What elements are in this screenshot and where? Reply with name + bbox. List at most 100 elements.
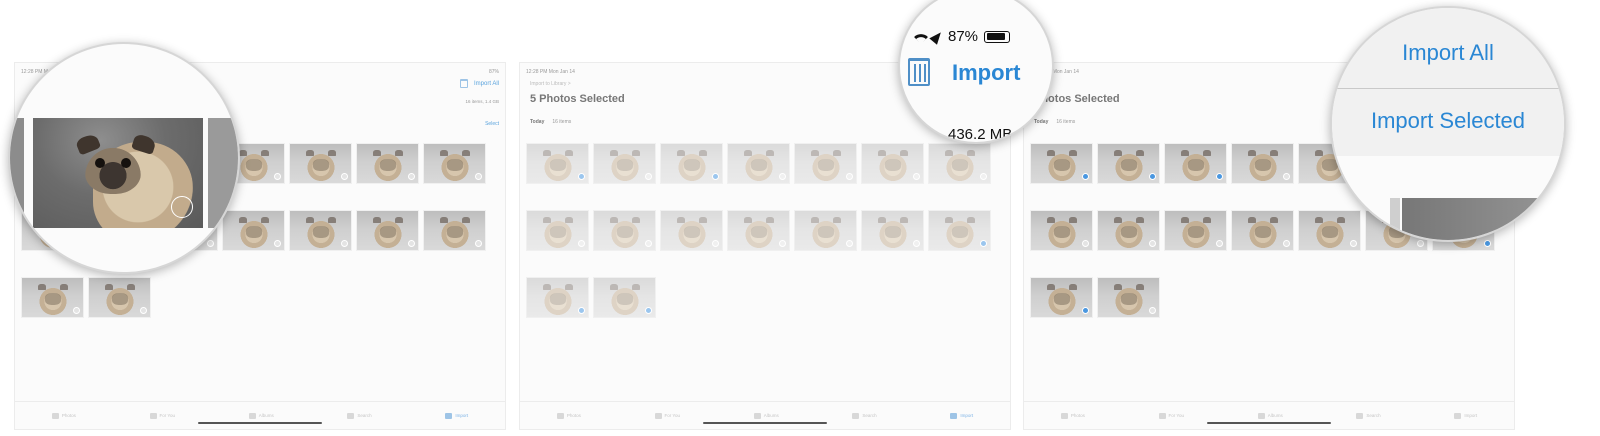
select-check-icon[interactable] — [578, 307, 585, 314]
select-check-icon[interactable] — [645, 173, 652, 180]
select-check-icon[interactable] — [712, 240, 719, 247]
photo-thumbnail[interactable] — [660, 143, 723, 184]
photo-thumbnail[interactable] — [593, 210, 656, 251]
photo-thumbnail[interactable] — [21, 277, 84, 318]
select-check-icon[interactable] — [779, 173, 786, 180]
select-check-icon[interactable] — [341, 240, 348, 247]
select-check-icon[interactable] — [1283, 240, 1290, 247]
photo-thumbnail[interactable] — [423, 143, 486, 184]
select-check-icon[interactable] — [140, 307, 147, 314]
photo-thumbnail[interactable] — [794, 143, 857, 184]
import-all-option[interactable]: Import All — [1332, 40, 1564, 66]
select-circle-icon[interactable] — [171, 196, 193, 218]
select-check-icon[interactable] — [1283, 173, 1290, 180]
select-check-icon[interactable] — [274, 173, 281, 180]
tab-photos[interactable]: Photos — [51, 412, 76, 419]
select-check-icon[interactable] — [1082, 307, 1089, 314]
select-check-icon[interactable] — [207, 240, 214, 247]
photos-icon — [1060, 412, 1068, 419]
tab-import[interactable]: Import — [445, 412, 468, 419]
select-check-icon[interactable] — [578, 240, 585, 247]
photo-thumbnail[interactable] — [1231, 143, 1294, 184]
select-check-icon[interactable] — [73, 307, 80, 314]
photo-thumbnail[interactable] — [1097, 143, 1160, 184]
photo-thumbnail[interactable] — [1030, 210, 1093, 251]
photo-thumbnail[interactable] — [1030, 143, 1093, 184]
photo-thumbnail[interactable] — [727, 143, 790, 184]
tab-import[interactable]: Import — [1454, 412, 1477, 419]
select-check-icon[interactable] — [1149, 240, 1156, 247]
photo-thumbnail[interactable] — [356, 143, 419, 184]
pug-photo[interactable] — [33, 118, 203, 228]
photo-thumbnail[interactable] — [593, 277, 656, 318]
trash-icon[interactable] — [459, 79, 468, 88]
select-check-icon[interactable] — [475, 173, 482, 180]
photo-thumbnail[interactable] — [289, 210, 352, 251]
select-button[interactable]: Select — [485, 121, 499, 127]
photo-thumbnail[interactable] — [289, 143, 352, 184]
tab-search[interactable]: Search — [1356, 412, 1381, 419]
select-check-icon[interactable] — [645, 307, 652, 314]
select-check-icon[interactable] — [1350, 240, 1357, 247]
tab-for-you[interactable]: For You — [1158, 412, 1184, 419]
tab-for-you[interactable]: For You — [149, 412, 175, 419]
select-check-icon[interactable] — [980, 240, 987, 247]
import-selected-option[interactable]: Import Selected — [1332, 108, 1564, 134]
select-check-icon[interactable] — [341, 173, 348, 180]
photo-thumbnail[interactable] — [88, 277, 151, 318]
photo-thumbnail[interactable] — [1030, 277, 1093, 318]
select-check-icon[interactable] — [1082, 240, 1089, 247]
photo-thumbnail[interactable] — [1097, 277, 1160, 318]
tab-search[interactable]: Search — [347, 412, 372, 419]
select-check-icon[interactable] — [274, 240, 281, 247]
photo-thumbnail[interactable] — [356, 210, 419, 251]
photo-thumbnail[interactable] — [794, 210, 857, 251]
photo-thumbnail[interactable] — [660, 210, 723, 251]
select-check-icon[interactable] — [1082, 173, 1089, 180]
photo-thumbnail[interactable] — [526, 210, 589, 251]
tab-import[interactable]: Import — [950, 412, 973, 419]
breadcrumb[interactable]: Import to Library > — [530, 81, 571, 87]
select-check-icon[interactable] — [1149, 173, 1156, 180]
select-check-icon[interactable] — [578, 173, 585, 180]
photo-thumbnail[interactable] — [928, 143, 991, 184]
select-check-icon[interactable] — [1216, 173, 1223, 180]
select-check-icon[interactable] — [846, 173, 853, 180]
photo-thumbnail[interactable] — [593, 143, 656, 184]
trash-icon[interactable] — [908, 58, 930, 86]
select-check-icon[interactable] — [408, 240, 415, 247]
photo-thumbnail[interactable] — [526, 143, 589, 184]
select-check-icon[interactable] — [846, 240, 853, 247]
select-check-icon[interactable] — [913, 173, 920, 180]
select-check-icon[interactable] — [779, 240, 786, 247]
photo-thumbnail[interactable] — [1097, 210, 1160, 251]
select-check-icon[interactable] — [645, 240, 652, 247]
tab-albums[interactable]: Albums — [248, 412, 274, 419]
select-check-icon[interactable] — [408, 173, 415, 180]
photo-thumbnail[interactable] — [526, 277, 589, 318]
tab-photos[interactable]: Photos — [556, 412, 581, 419]
select-check-icon[interactable] — [712, 173, 719, 180]
select-check-icon[interactable] — [1417, 240, 1424, 247]
tab-albums[interactable]: Albums — [753, 412, 779, 419]
photo-thumbnail[interactable] — [423, 210, 486, 251]
select-check-icon[interactable] — [1149, 307, 1156, 314]
photo-thumbnail[interactable] — [1164, 210, 1227, 251]
tab-search[interactable]: Search — [852, 412, 877, 419]
tab-albums[interactable]: Albums — [1257, 412, 1283, 419]
photo-thumbnail[interactable] — [861, 143, 924, 184]
photo-thumbnail[interactable] — [1164, 143, 1227, 184]
photo-thumbnail[interactable] — [861, 210, 924, 251]
select-check-icon[interactable] — [475, 240, 482, 247]
photo-thumbnail[interactable] — [928, 210, 991, 251]
select-check-icon[interactable] — [1216, 240, 1223, 247]
select-check-icon[interactable] — [1484, 240, 1491, 247]
select-check-icon[interactable] — [980, 173, 987, 180]
photo-thumbnail[interactable] — [727, 210, 790, 251]
tab-photos[interactable]: Photos — [1060, 412, 1085, 419]
import-button[interactable]: Import — [952, 60, 1020, 86]
import-all-button[interactable]: Import All — [474, 81, 499, 87]
photo-thumbnail[interactable] — [1231, 210, 1294, 251]
tab-for-you[interactable]: For You — [654, 412, 680, 419]
select-check-icon[interactable] — [913, 240, 920, 247]
